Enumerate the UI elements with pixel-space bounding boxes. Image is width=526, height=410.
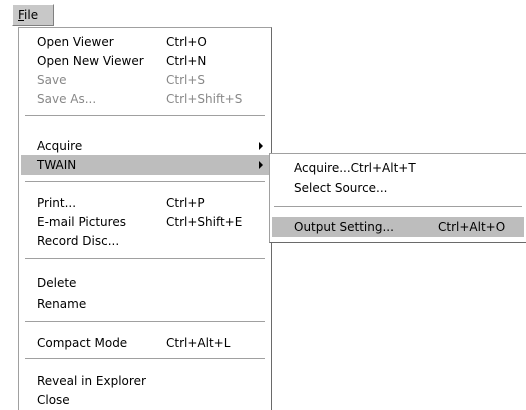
submenu-item-acquire[interactable]: Acquire...Ctrl+Alt+T: [272, 158, 524, 178]
menu-item-label: Record Disc...: [37, 234, 120, 248]
menu-item-label: Delete: [37, 276, 77, 290]
menu-item-label: Select Source...: [294, 181, 388, 195]
menu-item-shortcut: Ctrl+Alt+O: [438, 220, 506, 234]
menu-separator: [25, 258, 265, 260]
menu-item-compact-mode[interactable]: Compact Mode Ctrl+Alt+L: [21, 333, 269, 353]
menu-item-twain[interactable]: TWAIN: [21, 155, 269, 175]
submenu-item-output-setting[interactable]: Output Setting... Ctrl+Alt+O: [272, 217, 524, 237]
file-menu: Open Viewer Ctrl+O Open New Viewer Ctrl+…: [18, 27, 272, 410]
menu-item-reveal-in-explorer[interactable]: Reveal in Explorer: [21, 371, 269, 391]
menu-item-label: Acquire...Ctrl+Alt+T: [294, 161, 416, 175]
menu-item-label: Print...: [37, 196, 77, 210]
menu-item-label: TWAIN: [37, 158, 77, 172]
menu-separator: [25, 115, 265, 117]
file-menu-screen: File Open Viewer Ctrl+O Open New Viewer …: [0, 0, 526, 410]
menu-item-label: Acquire: [37, 139, 83, 153]
menu-item-email-pictures[interactable]: E-mail Pictures Ctrl+Shift+E: [21, 212, 269, 232]
menu-item-shortcut: Ctrl+Shift+E: [166, 215, 243, 229]
menu-item-record-disc[interactable]: Record Disc...: [21, 231, 269, 251]
menu-item-label: Compact Mode: [37, 336, 128, 350]
menu-item-label: Save As...: [37, 92, 97, 106]
menu-item-label: Open Viewer: [37, 35, 114, 49]
file-menu-button[interactable]: File: [12, 4, 54, 26]
menu-item-save-as[interactable]: Save As... Ctrl+Shift+S: [21, 89, 269, 109]
menu-item-label: E-mail Pictures: [37, 215, 126, 229]
menu-item-print[interactable]: Print... Ctrl+P: [21, 193, 269, 213]
menu-item-shortcut: Ctrl+P: [166, 196, 205, 210]
menu-item-rename[interactable]: Rename: [21, 294, 269, 314]
menu-item-label: Open New Viewer: [37, 54, 144, 68]
menu-item-save[interactable]: Save Ctrl+S: [21, 70, 269, 90]
menu-item-shortcut: Ctrl+Shift+S: [166, 92, 243, 106]
menu-item-shortcut: Ctrl+N: [166, 54, 207, 68]
menu-item-label: Reveal in Explorer: [37, 374, 146, 388]
menu-separator: [25, 321, 265, 323]
menu-separator: [25, 358, 265, 360]
submenu-item-select-source[interactable]: Select Source...: [272, 178, 524, 198]
menu-item-shortcut: Ctrl+O: [166, 35, 207, 49]
menu-item-close[interactable]: Close: [21, 390, 269, 410]
menu-item-label: Output Setting...: [294, 220, 394, 234]
twain-submenu: Acquire...Ctrl+Alt+T Select Source... Ou…: [269, 153, 526, 243]
file-menu-label: ile: [24, 8, 39, 22]
menu-item-open-new-viewer[interactable]: Open New Viewer Ctrl+N: [21, 51, 269, 71]
menu-item-acquire[interactable]: Acquire: [21, 136, 269, 156]
menu-separator: [274, 206, 522, 208]
menu-item-delete[interactable]: Delete: [21, 273, 269, 293]
menu-item-label: Save: [37, 73, 67, 87]
menu-item-shortcut: Ctrl+Alt+L: [166, 336, 231, 350]
submenu-arrow-icon: [259, 161, 263, 169]
submenu-arrow-icon: [259, 142, 263, 150]
menu-item-open-viewer[interactable]: Open Viewer Ctrl+O: [21, 32, 269, 52]
menu-bar: File: [0, 0, 526, 28]
menu-separator: [25, 181, 265, 183]
menu-item-label: Rename: [37, 297, 87, 311]
menu-item-shortcut: Ctrl+S: [166, 73, 206, 87]
menu-item-label: Close: [37, 393, 70, 407]
